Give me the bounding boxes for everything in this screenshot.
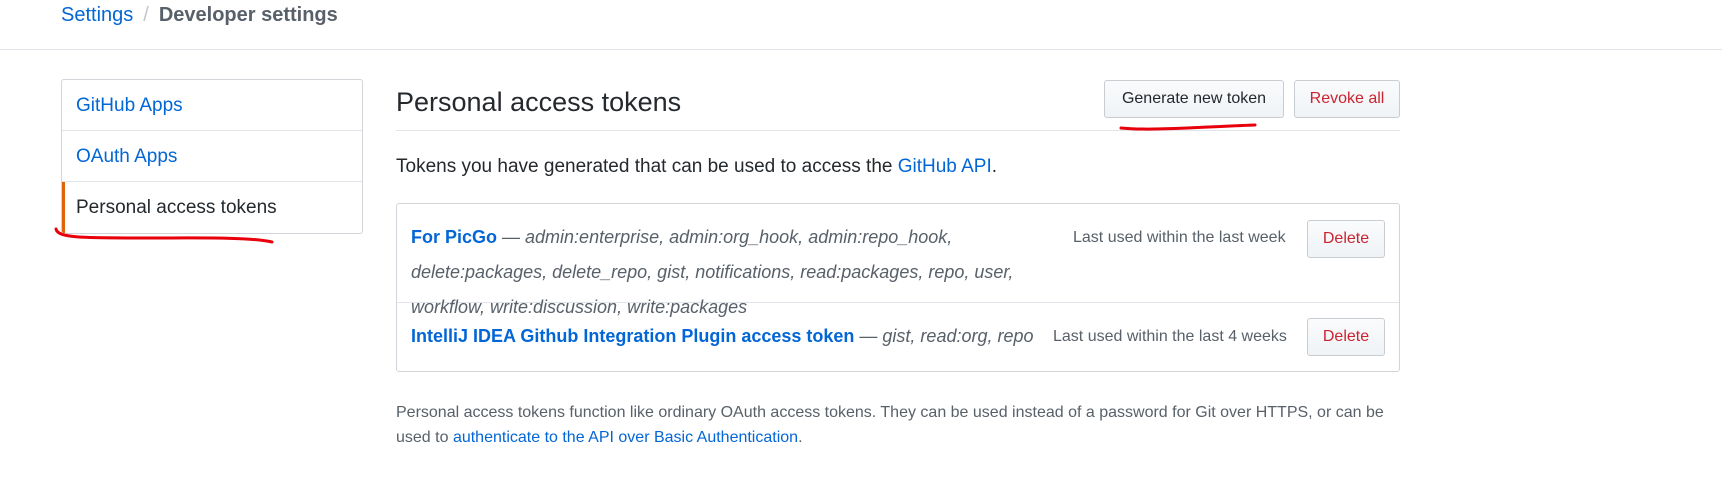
top-bar: Settings / Developer settings xyxy=(0,0,1722,50)
breadcrumb-current: Developer settings xyxy=(158,4,338,26)
sidebar-menu: GitHub Apps OAuth Apps Personal access t… xyxy=(61,79,363,234)
section-header: Personal access tokens Generate new toke… xyxy=(396,79,1400,131)
breadcrumb-settings-link[interactable]: Settings xyxy=(61,4,133,26)
breadcrumb-separator: / xyxy=(143,4,149,26)
token-last-used: Last used within the last week xyxy=(1073,229,1286,246)
delete-token-button[interactable]: Delete xyxy=(1307,318,1385,356)
basic-auth-link[interactable]: authenticate to the API over Basic Authe… xyxy=(453,429,798,446)
description-suffix: . xyxy=(991,156,998,177)
sidebar-item-oauth-apps[interactable]: OAuth Apps xyxy=(62,131,362,182)
footnote-suffix: . xyxy=(798,429,803,446)
github-api-link[interactable]: GitHub API xyxy=(898,156,992,177)
token-list: For PicGo — admin:enterprise, admin:org_… xyxy=(396,203,1400,372)
token-last-used: Last used within the last 4 weeks xyxy=(1053,328,1287,345)
page-title: Personal access tokens xyxy=(396,87,682,117)
token-row: For PicGo — admin:enterprise, admin:org_… xyxy=(397,204,1399,317)
sidebar-item-github-apps[interactable]: GitHub Apps xyxy=(62,80,362,131)
token-description: IntelliJ IDEA Github Integration Plugin … xyxy=(411,319,1051,354)
token-row: IntelliJ IDEA Github Integration Plugin … xyxy=(397,303,1399,371)
generate-new-token-button[interactable]: Generate new token xyxy=(1104,80,1284,118)
token-separator: — xyxy=(854,326,883,346)
revoke-all-button[interactable]: Revoke all xyxy=(1294,80,1400,118)
token-name-link[interactable]: For PicGo xyxy=(411,227,497,247)
footnote: Personal access tokens function like ord… xyxy=(396,400,1400,450)
tokens-description: Tokens you have generated that can be us… xyxy=(396,155,997,179)
breadcrumb: Settings / Developer settings xyxy=(61,3,338,27)
token-name-link[interactable]: IntelliJ IDEA Github Integration Plugin … xyxy=(411,326,854,346)
sidebar-item-personal-access-tokens[interactable]: Personal access tokens xyxy=(62,182,362,233)
token-separator: — xyxy=(497,227,526,247)
delete-token-button[interactable]: Delete xyxy=(1307,220,1385,258)
description-text: Tokens you have generated that can be us… xyxy=(396,156,898,177)
token-scopes: gist, read:org, repo xyxy=(882,326,1034,346)
